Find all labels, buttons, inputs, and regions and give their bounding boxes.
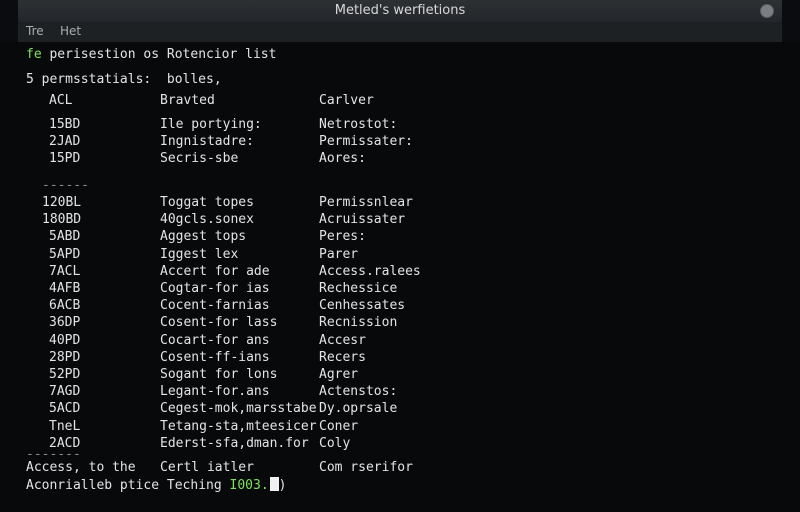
input-value[interactable]: I003. [230,478,269,493]
table-cell: Rechessice [319,281,398,296]
table-cell: 6ACB [49,298,81,314]
table-cell: Sogant for lons [160,367,278,382]
table-cell: Dy.oprsale [319,401,398,417]
table-cell: Agrer [319,367,359,382]
menu-item-file[interactable]: Tre [26,24,44,38]
table-cell: 5ABD [49,229,81,245]
table-cell: 40gcls.sonex [160,212,254,228]
table-cell: 36DP [49,315,81,331]
title-bar: Metled's werfietions [18,0,782,23]
table-cell: Cenhessates [319,298,406,314]
table-cell: Netrostot: [319,117,398,132]
footer-cell: Com rserifor [319,460,413,475]
table-cell: 5APD [49,246,81,262]
table-cell: Ile portying: [160,117,262,132]
menu-item-help[interactable]: Het [60,24,81,38]
prompt-text: fe [26,47,42,62]
table-cell: Aores: [319,151,366,166]
table-cell: 28PD [49,349,81,365]
table-cell: Permissnlear [319,195,413,210]
summary-line: 5 permsstatials: bolles, [26,72,222,87]
table-cell: Iggest lex [160,246,239,262]
table-cell: Ederst-sfa,dman.for [160,435,309,451]
table-cell: 7AGD [49,384,81,400]
footer-cell: Certl iatler [160,460,254,475]
input-mid: Teching [166,478,222,493]
table-cell: Legant-for.ans [160,384,270,400]
table-cell: Cosent-for lass [160,315,278,331]
divider: ------ [42,178,89,193]
table-cell: 2JAD [49,134,81,149]
table-cell: Tetang-sta,mteesicer [160,418,317,434]
table-cell: 15PD [49,151,81,166]
table-cell: 7ACL [49,263,81,279]
table-cell: Coner [319,418,359,434]
table-cell: Actenstos: [319,384,398,400]
column-header: Carlver [319,93,374,108]
terminal-window: Metled's werfietions Tre Het fe perisest… [0,0,800,512]
table-cell: Secris-sbe [160,151,239,166]
table-cell: Aggest tops [160,229,247,245]
command-line: fe perisestion os Rotencior list [26,47,276,62]
table-cell: 52PD [49,367,81,382]
input-label: Aconrialleb ptice [26,478,160,493]
table-cell: Access.ralees [319,263,421,279]
command-text: perisestion os Rotencior list [41,47,277,62]
table-cell: Cogtar-for ias [160,281,270,296]
table-cell: 40PD [49,332,81,348]
table-cell: TneL [49,418,81,434]
table-cell: 15BD [49,117,81,132]
table-cell: Recnission [319,315,398,331]
table-cell: Cocart-for ans [160,332,270,348]
table-cell: Peres: [319,229,366,245]
table-cell: 180BD [42,212,82,228]
table-cell: Acruissater [319,212,406,228]
table-cell: 4AFB [49,281,81,296]
table-cell: Toggat topes [160,195,254,210]
table-cell: Permissater: [319,134,413,149]
menu-bar: Tre Het [18,22,782,42]
table-cell: Recers [319,349,366,365]
table-cell: 5ACD [49,401,81,417]
input-line[interactable]: Aconrialleb ptice Teching I003.) [26,477,286,493]
table-cell: Accert for ade [160,263,270,279]
table-cell: Cocent-farnias [160,298,270,314]
footer-cell: Access, to the [26,460,136,475]
column-header: Bravted [160,93,215,108]
column-header: ACL [49,93,73,108]
window-title: Metled's werfietions [334,3,466,18]
terminal-output[interactable]: fe perisestion os Rotencior list 5 permss… [0,42,800,512]
table-cell: Cegest-mok,marsstabe [160,401,317,417]
table-cell: Ingnistadre: [160,134,254,149]
table-cell: Cosent-ff-ians [160,349,270,365]
close-button[interactable] [760,4,774,18]
cursor [269,477,279,491]
table-cell: Coly [319,435,351,451]
input-end: ) [278,478,287,493]
table-cell: Parer [319,246,359,262]
table-cell: 120BL [42,195,82,210]
table-cell: Accesr [319,332,366,348]
